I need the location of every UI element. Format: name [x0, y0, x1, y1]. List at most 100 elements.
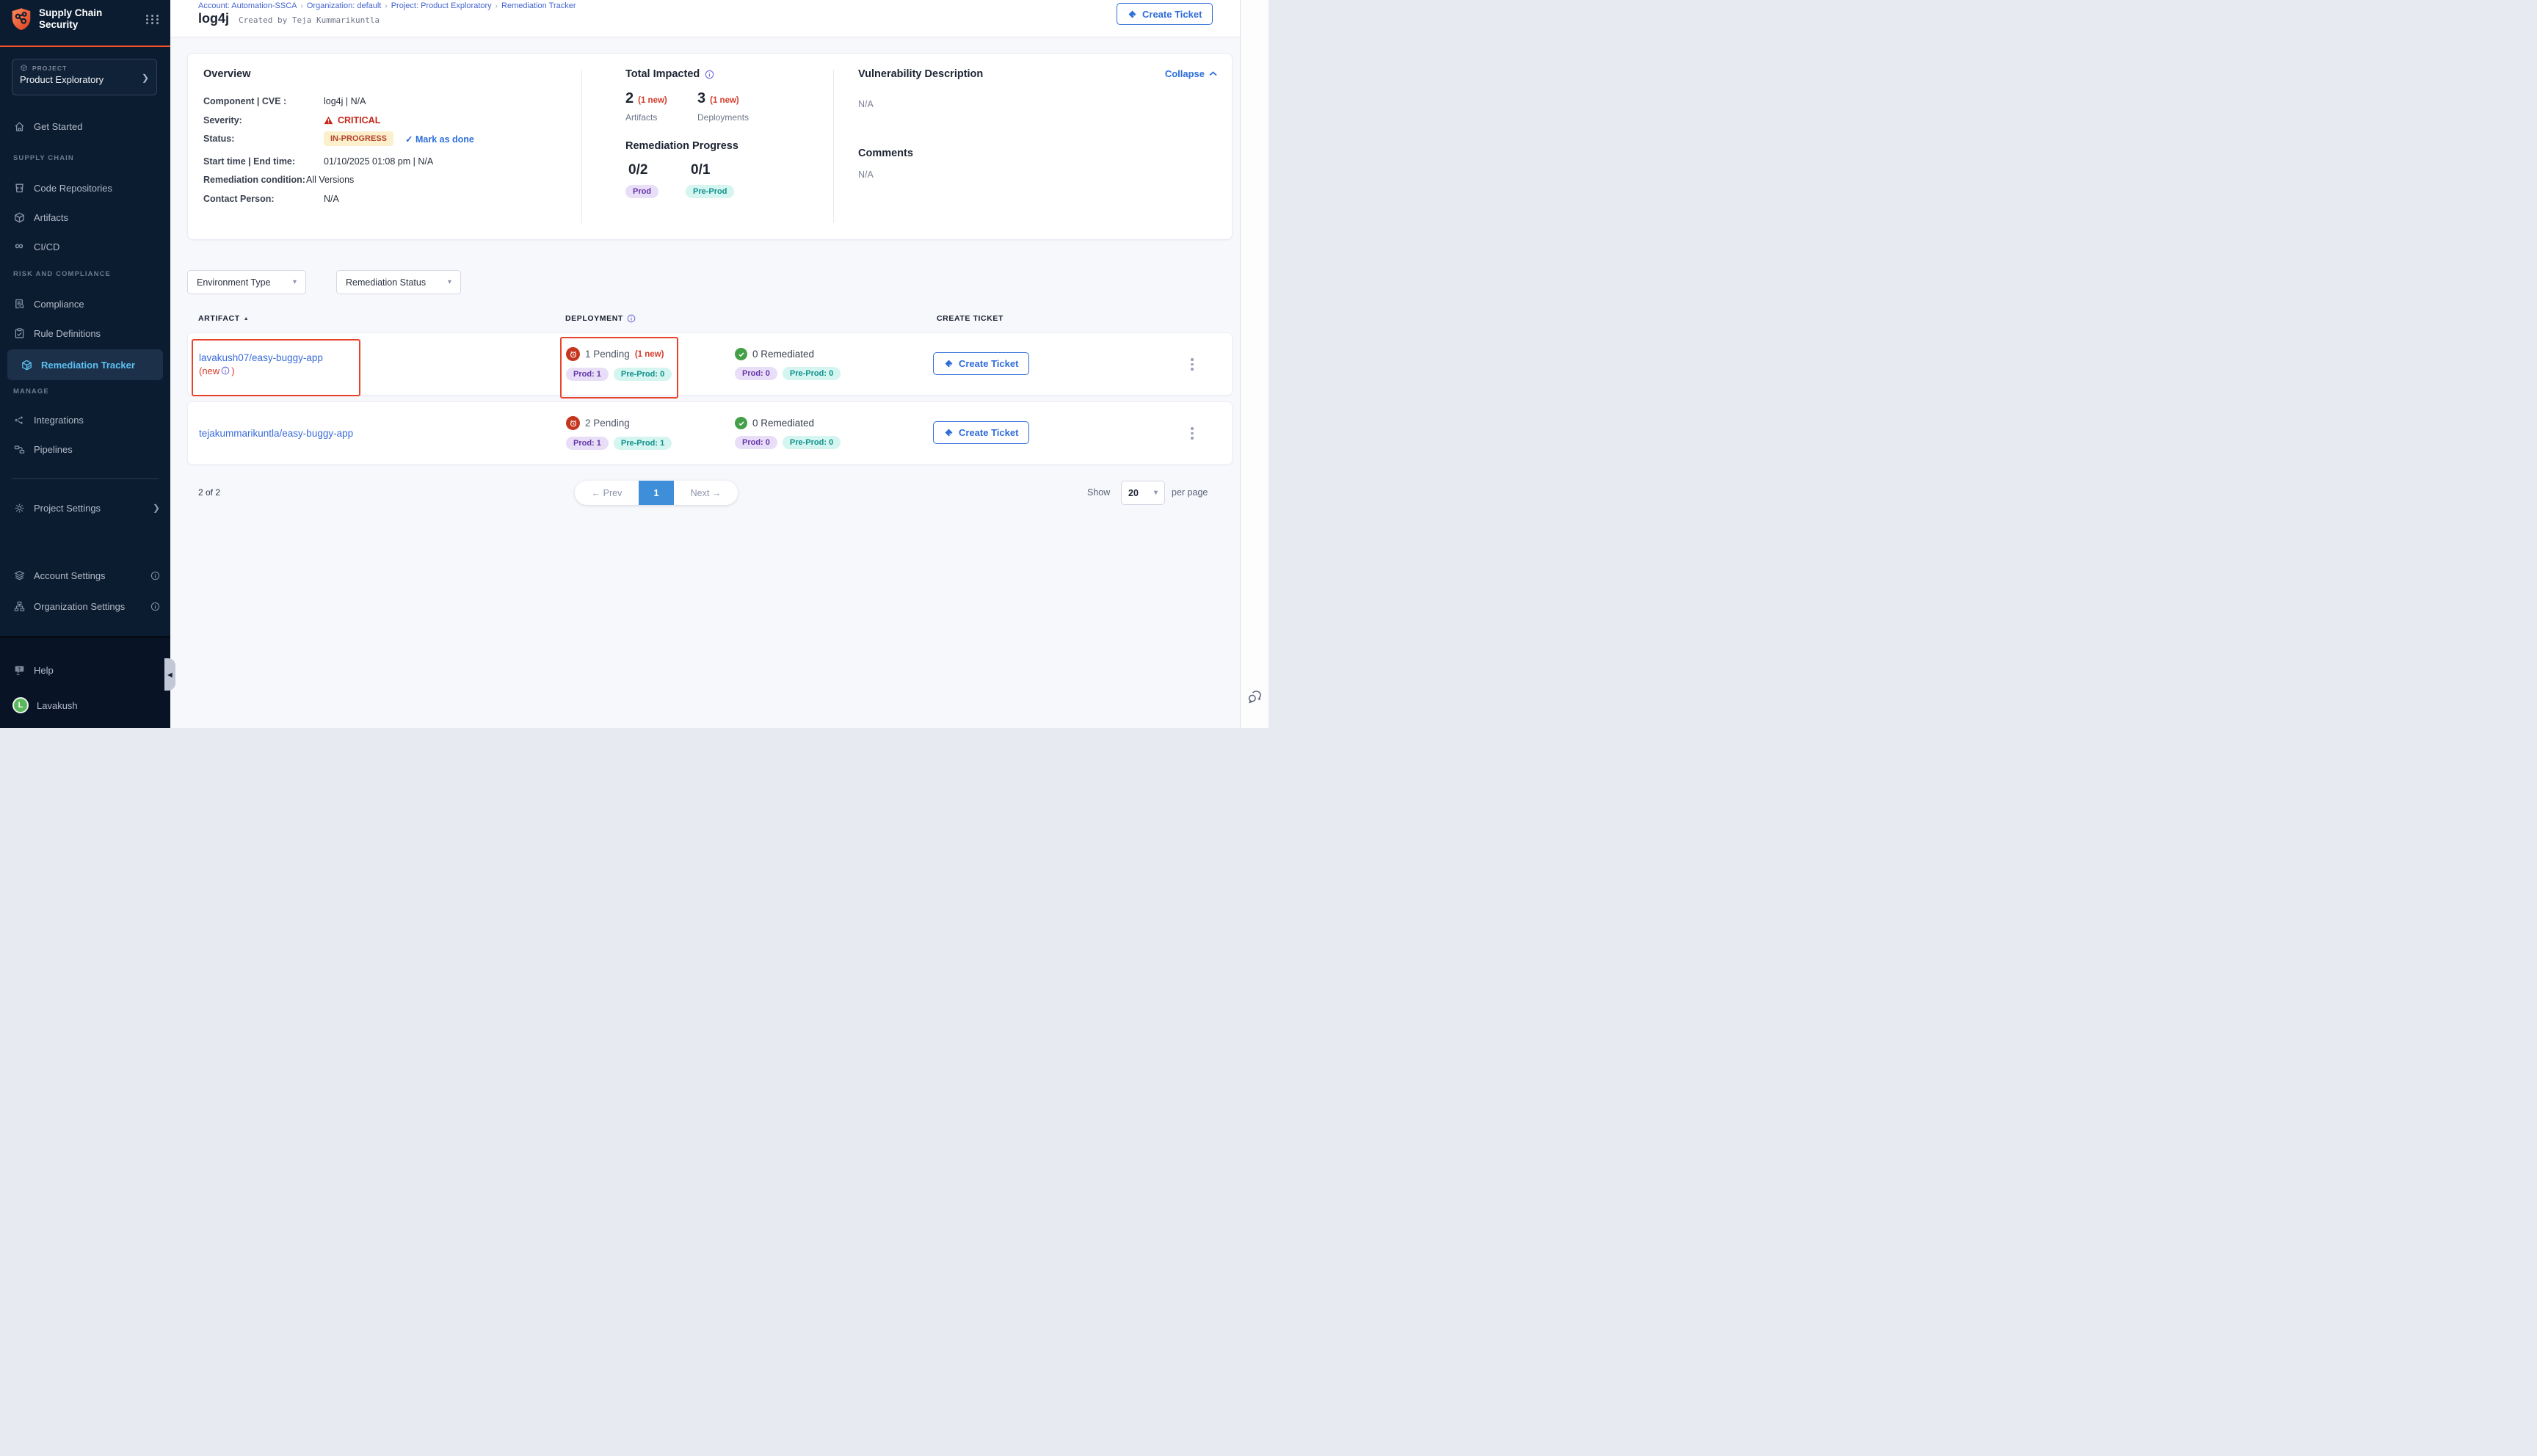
sidebar-item-code-repositories[interactable]: Code Repositories	[0, 173, 170, 203]
overview-contact-row: Contact Person: N/A	[203, 194, 339, 204]
sidebar-user[interactable]: L Lavakush	[0, 691, 170, 720]
jira-diamond-icon	[944, 428, 954, 437]
breadcrumb-separator: ›	[496, 2, 498, 10]
artifacts-new-count: (1 new)	[638, 96, 667, 105]
create-ticket-label: Create Ticket	[959, 427, 1018, 438]
remediated-count: 0 Remediated	[752, 349, 814, 360]
remediated-cell: 0 Remediated Prod: 0 Pre-Prod: 0	[735, 402, 841, 464]
sidebar-item-get-started[interactable]: Get Started	[0, 112, 170, 141]
remediated-check-icon	[735, 417, 747, 429]
overview-time-row: Start time | End time: 01/10/2025 01:08 …	[203, 156, 433, 167]
table-row[interactable]: tejakummarikuntla/easy-buggy-app 2 Pendi…	[187, 401, 1233, 465]
breadcrumb-organization[interactable]: Organization: default	[307, 1, 382, 10]
total-impacted-heading: Total Impacted	[625, 68, 700, 80]
sidebar-item-label: Integrations	[34, 415, 84, 426]
prod-progress-fraction: 0/2	[628, 162, 647, 178]
card-divider	[833, 70, 834, 223]
prod-count-badge: Prod: 0	[735, 436, 777, 449]
pagination-next-button[interactable]: Next →	[674, 488, 738, 498]
pagination-prev-button[interactable]: ← Prev	[575, 488, 639, 498]
contact-value: N/A	[324, 194, 339, 204]
organization-settings-icon	[12, 600, 26, 613]
breadcrumb-project[interactable]: Project: Product Exploratory	[391, 1, 492, 10]
sidebar-item-pipelines[interactable]: Pipelines	[0, 434, 170, 464]
deployment-cell: 1 Pending (1 new) Prod: 1 Pre-Prod: 0	[566, 333, 672, 395]
overview-condition-row: Remediation condition: All Versions	[203, 175, 354, 185]
info-icon[interactable]	[221, 366, 230, 375]
info-icon[interactable]	[705, 70, 714, 79]
chevron-down-icon: ▾	[1154, 489, 1158, 497]
breadcrumb-separator: ›	[385, 2, 387, 10]
artifacts-label: Artifacts	[625, 112, 657, 123]
sidebar-item-label: Help	[34, 665, 54, 676]
sidebar-item-help[interactable]: ? Help	[0, 655, 170, 685]
sidebar-item-integrations[interactable]: Integrations	[0, 405, 170, 434]
code-repositories-icon	[12, 181, 26, 194]
preprod-count-badge: Pre-Prod: 0	[783, 367, 841, 380]
artifact-link[interactable]: tejakummarikuntla/easy-buggy-app	[199, 428, 390, 439]
pending-new-count: (1 new)	[635, 350, 664, 359]
vulnerability-description-heading: Vulnerability Description	[858, 68, 983, 80]
module-grid-icon[interactable]	[146, 15, 160, 24]
home-icon	[12, 120, 26, 133]
column-header-create-ticket: CREATE TICKET	[937, 314, 1003, 323]
table-row[interactable]: lavakush07/easy-buggy-app (new ) 1 Pendi…	[187, 332, 1233, 396]
mark-as-done-link[interactable]: ✓ Mark as done	[405, 134, 474, 145]
page-size-select[interactable]: 20 ▾	[1121, 481, 1165, 505]
create-ticket-button-row[interactable]: Create Ticket	[933, 421, 1029, 444]
severity-label: Severity:	[203, 115, 324, 125]
sidebar-item-remediation-tracker[interactable]: Remediation Tracker	[7, 349, 163, 380]
svg-text:?: ?	[18, 666, 21, 671]
accent-divider	[0, 46, 170, 47]
help-chat-icon: ?	[12, 663, 26, 677]
remediation-status-filter[interactable]: Remediation Status ▾	[336, 270, 461, 294]
chevron-down-icon: ▾	[448, 278, 451, 286]
collapse-link[interactable]: Collapse	[1165, 68, 1217, 79]
sidebar-item-organization-settings[interactable]: Organization Settings	[0, 592, 170, 621]
environment-type-filter[interactable]: Environment Type ▾	[187, 270, 306, 294]
app-root: Supply Chain Security PROJECT Product Ex…	[0, 0, 1268, 728]
chevron-up-icon	[1209, 71, 1217, 76]
artifacts-cube-icon	[12, 211, 26, 224]
section-risk-compliance: RISK AND COMPLIANCE	[13, 270, 111, 278]
app-logo-row: Supply Chain Security	[10, 7, 160, 31]
pagination-summary: 2 of 2	[198, 487, 220, 498]
artifact-header-label: ARTIFACT	[198, 314, 240, 323]
integrations-icon	[12, 413, 26, 426]
column-header-artifact[interactable]: ARTIFACT ▲	[198, 314, 249, 323]
preprod-badge: Pre-Prod	[686, 185, 734, 198]
create-ticket-label: Create Ticket	[959, 358, 1018, 369]
info-icon[interactable]	[627, 314, 636, 323]
sidebar-item-project-settings[interactable]: Project Settings ❯	[0, 493, 170, 523]
new-tag-close: )	[231, 365, 234, 376]
feedback-chat-icon[interactable]	[1246, 688, 1263, 705]
breadcrumb-current[interactable]: Remediation Tracker	[501, 1, 576, 10]
preprod-progress-fraction: 0/1	[691, 162, 710, 178]
pagination-page-1[interactable]: 1	[639, 481, 674, 505]
account-settings-layers-icon	[12, 569, 26, 582]
create-ticket-button-row[interactable]: Create Ticket	[933, 352, 1029, 375]
status-badge: IN-PROGRESS	[324, 131, 393, 146]
artifact-link[interactable]: lavakush07/easy-buggy-app	[199, 352, 368, 363]
sidebar-item-account-settings[interactable]: Account Settings	[0, 561, 170, 590]
sidebar-item-compliance[interactable]: Compliance	[0, 289, 170, 318]
artifacts-count: 2	[625, 90, 634, 107]
create-ticket-button-header[interactable]: Create Ticket	[1117, 3, 1213, 25]
compliance-doc-icon	[12, 297, 26, 310]
project-selector[interactable]: PROJECT Product Exploratory ❯	[12, 59, 157, 95]
sidebar-item-rule-definitions[interactable]: Rule Definitions	[0, 318, 170, 348]
sidebar-item-artifacts[interactable]: Artifacts	[0, 203, 170, 232]
mark-as-done-label: Mark as done	[415, 134, 474, 145]
breadcrumb-account[interactable]: Account: Automation-SSCA	[198, 1, 297, 10]
collapse-label: Collapse	[1165, 68, 1205, 79]
status-label: Status:	[203, 134, 324, 144]
row-menu-kebab-icon[interactable]	[1188, 355, 1197, 374]
project-name: Product Exploratory	[20, 74, 149, 85]
sidebar-item-label: Organization Settings	[34, 601, 125, 612]
overview-status-row: Status: IN-PROGRESS ✓ Mark as done	[203, 131, 474, 146]
section-manage: MANAGE	[13, 387, 49, 396]
sidebar-collapse-handle[interactable]: ◀	[164, 658, 175, 691]
sidebar-item-cicd[interactable]: ∞ CI/CD	[0, 232, 170, 261]
prod-count-badge: Prod: 1	[566, 368, 609, 381]
row-menu-kebab-icon[interactable]	[1188, 424, 1197, 443]
